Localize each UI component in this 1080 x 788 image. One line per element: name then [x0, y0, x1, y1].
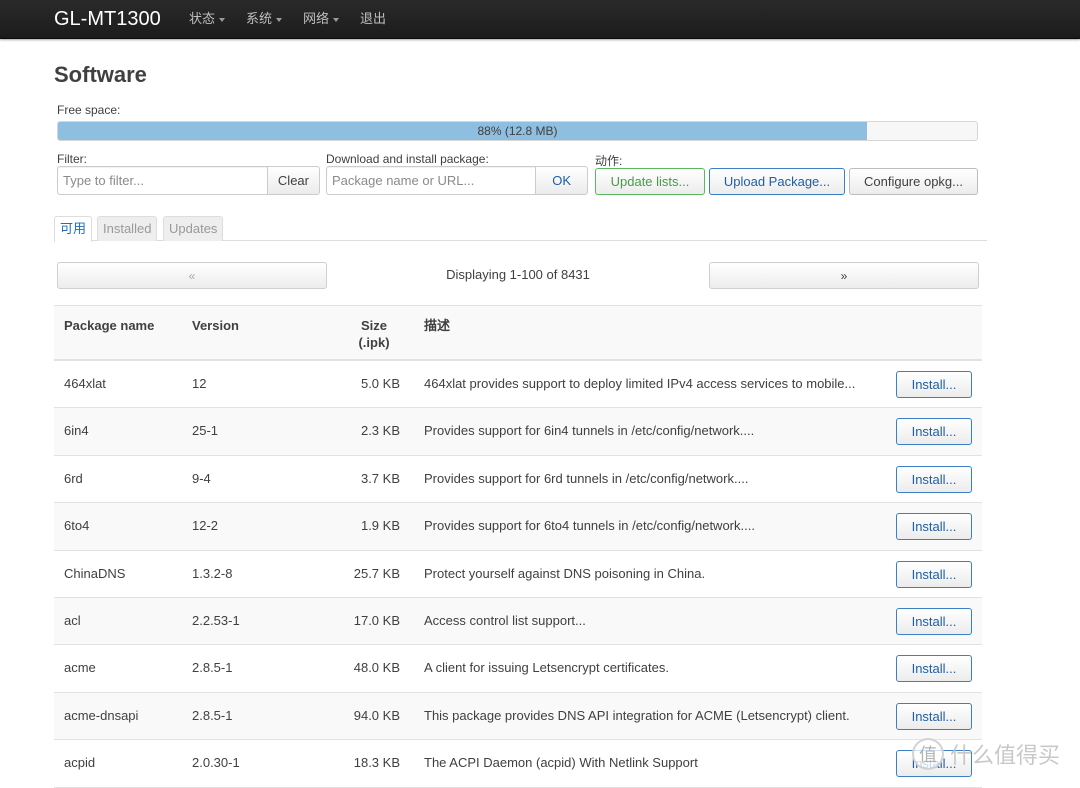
progress-text: 88% (12.8 MB)	[477, 124, 558, 138]
nav-menu-label: 系统	[246, 11, 273, 26]
package-version: 25-1	[192, 423, 219, 439]
package-name: 6to4	[64, 518, 90, 534]
nav-menu-network[interactable]: 网络	[303, 11, 340, 27]
package-version: 2.8.5-1	[192, 707, 233, 723]
package-version: 2.2.53-1	[192, 612, 240, 628]
table-header: Package name Version Size (.ipk) 描述	[54, 306, 982, 361]
package-description: Provides support for 6to4 tunnels in /et…	[424, 518, 755, 534]
actions-label: 动作:	[595, 154, 623, 168]
caret-down-icon	[276, 17, 283, 22]
package-version: 12	[192, 376, 207, 391]
table-row: 6to4 12-2 1.9 KB Provides support for 6t…	[54, 503, 982, 551]
caret-down-icon	[333, 17, 340, 22]
install-button[interactable]: Install...	[896, 750, 972, 778]
package-tabs: 可用 Installed Updates	[54, 216, 987, 242]
install-button[interactable]: Install...	[896, 607, 972, 635]
install-button[interactable]: Install...	[896, 560, 972, 588]
package-version: 9-4	[192, 470, 211, 486]
package-description: The ACPI Daemon (acpid) With Netlink Sup…	[424, 755, 698, 771]
package-description: Provides support for 6in4 tunnels in /et…	[424, 423, 755, 439]
download-label: Download and install package:	[326, 152, 489, 166]
table-row: acme 2.8.5-1 48.0 KB A client for issuin…	[54, 645, 982, 693]
previous-page-button[interactable]: «	[57, 262, 327, 289]
tab-updates[interactable]: Updates	[163, 216, 224, 241]
header-size-line1: Size	[360, 318, 387, 333]
brand-logo[interactable]: GL-MT1300	[54, 6, 161, 32]
package-name: acl	[64, 612, 81, 628]
filter-group: Clear	[57, 166, 320, 195]
nav-logout[interactable]: 退出	[360, 11, 386, 27]
install-button[interactable]: Install...	[896, 655, 972, 683]
package-size: 94.0 KB	[353, 707, 400, 723]
package-size: 5.0 KB	[360, 376, 400, 391]
package-name: acme	[64, 660, 96, 676]
pager-status: Displaying 1-100 of 8431	[446, 267, 590, 282]
download-group: OK	[326, 166, 588, 195]
package-name: 464xlat	[64, 376, 106, 391]
clear-button[interactable]: Clear	[266, 166, 320, 195]
package-size: 18.3 KB	[353, 755, 400, 771]
install-button[interactable]: Install...	[896, 513, 972, 541]
table-row: ChinaDNS 1.3.2-8 25.7 KB Protect yoursel…	[54, 550, 982, 598]
package-name: 6rd	[64, 470, 83, 486]
package-size: 2.3 KB	[360, 423, 400, 439]
tab-installed[interactable]: Installed	[97, 216, 158, 241]
package-name: ChinaDNS	[64, 565, 126, 581]
table-row: 464xlat 12 5.0 KB 464xlat provides suppo…	[54, 361, 982, 409]
free-space-label: Free space:	[57, 103, 121, 117]
install-button[interactable]: Install...	[896, 465, 972, 493]
nav-menu-label: 退出	[360, 11, 387, 26]
nav-menu-status[interactable]: 状态	[189, 11, 226, 27]
table-row: acl 2.2.53-1 17.0 KB Access control list…	[54, 597, 982, 646]
package-table: Package name Version Size (.ipk) 描述 464x…	[54, 305, 982, 788]
ok-button[interactable]: OK	[535, 166, 588, 195]
package-version: 12-2	[192, 518, 219, 534]
package-version: 2.8.5-1	[192, 660, 233, 676]
nav-menu-label: 状态	[189, 11, 216, 26]
upload-package-button[interactable]: Upload Package...	[709, 168, 845, 195]
package-description: This package provides DNS API integratio…	[424, 707, 850, 723]
page-title: Software	[54, 62, 147, 87]
configure-opkg-button[interactable]: Configure opkg...	[849, 168, 978, 195]
header-size-line2: (.ipk)	[358, 335, 390, 350]
filter-label: Filter:	[57, 152, 87, 166]
table-row: acpid 2.0.30-1 18.3 KB The ACPI Daemon (…	[54, 740, 982, 788]
install-button[interactable]: Install...	[896, 702, 972, 730]
table-row: acme-dnsapi 2.8.5-1 94.0 KB This package…	[54, 692, 982, 741]
header-package-name: Package name	[64, 318, 155, 333]
header-size: Size (.ipk)	[354, 317, 394, 351]
tab-available[interactable]: 可用	[54, 216, 93, 242]
install-button[interactable]: Install...	[896, 371, 972, 398]
package-size: 3.7 KB	[360, 470, 400, 486]
package-description: A client for issuing Letsencrypt certifi…	[424, 660, 669, 676]
table-body: 464xlat 12 5.0 KB 464xlat provides suppo…	[54, 361, 982, 788]
header-description: 描述	[424, 318, 451, 333]
package-description: Protect yourself against DNS poisoning i…	[424, 565, 706, 581]
package-version: 2.0.30-1	[192, 755, 240, 771]
package-version: 1.3.2-8	[192, 565, 233, 581]
table-row: 6rd 9-4 3.7 KB Provides support for 6rd …	[54, 455, 982, 504]
package-size: 1.9 KB	[360, 518, 400, 534]
nav-menu-label: 网络	[303, 11, 330, 26]
package-name: acme-dnsapi	[64, 707, 139, 723]
package-name: 6in4	[64, 423, 89, 439]
package-name: acpid	[64, 755, 96, 771]
install-button[interactable]: Install...	[896, 418, 972, 446]
header-version: Version	[192, 318, 239, 333]
package-url-input[interactable]	[326, 166, 536, 195]
caret-down-icon	[219, 17, 226, 22]
filter-input[interactable]	[57, 166, 267, 195]
next-page-button[interactable]: »	[709, 262, 979, 289]
package-size: 25.7 KB	[353, 565, 400, 581]
nav-menu-system[interactable]: 系统	[246, 11, 283, 27]
package-description: Provides support for 6rd tunnels in /etc…	[424, 470, 749, 486]
package-description: Access control list support...	[424, 612, 586, 628]
update-lists-button[interactable]: Update lists...	[595, 168, 705, 195]
top-navbar: GL-MT1300 状态 系统 网络 退出	[0, 0, 1080, 39]
package-size: 48.0 KB	[353, 660, 400, 676]
table-row: 6in4 25-1 2.3 KB Provides support for 6i…	[54, 408, 982, 456]
free-space-progress-bar: 88% (12.8 MB)	[57, 121, 978, 141]
package-size: 17.0 KB	[353, 612, 400, 628]
package-description: 464xlat provides support to deploy limit…	[424, 376, 856, 391]
